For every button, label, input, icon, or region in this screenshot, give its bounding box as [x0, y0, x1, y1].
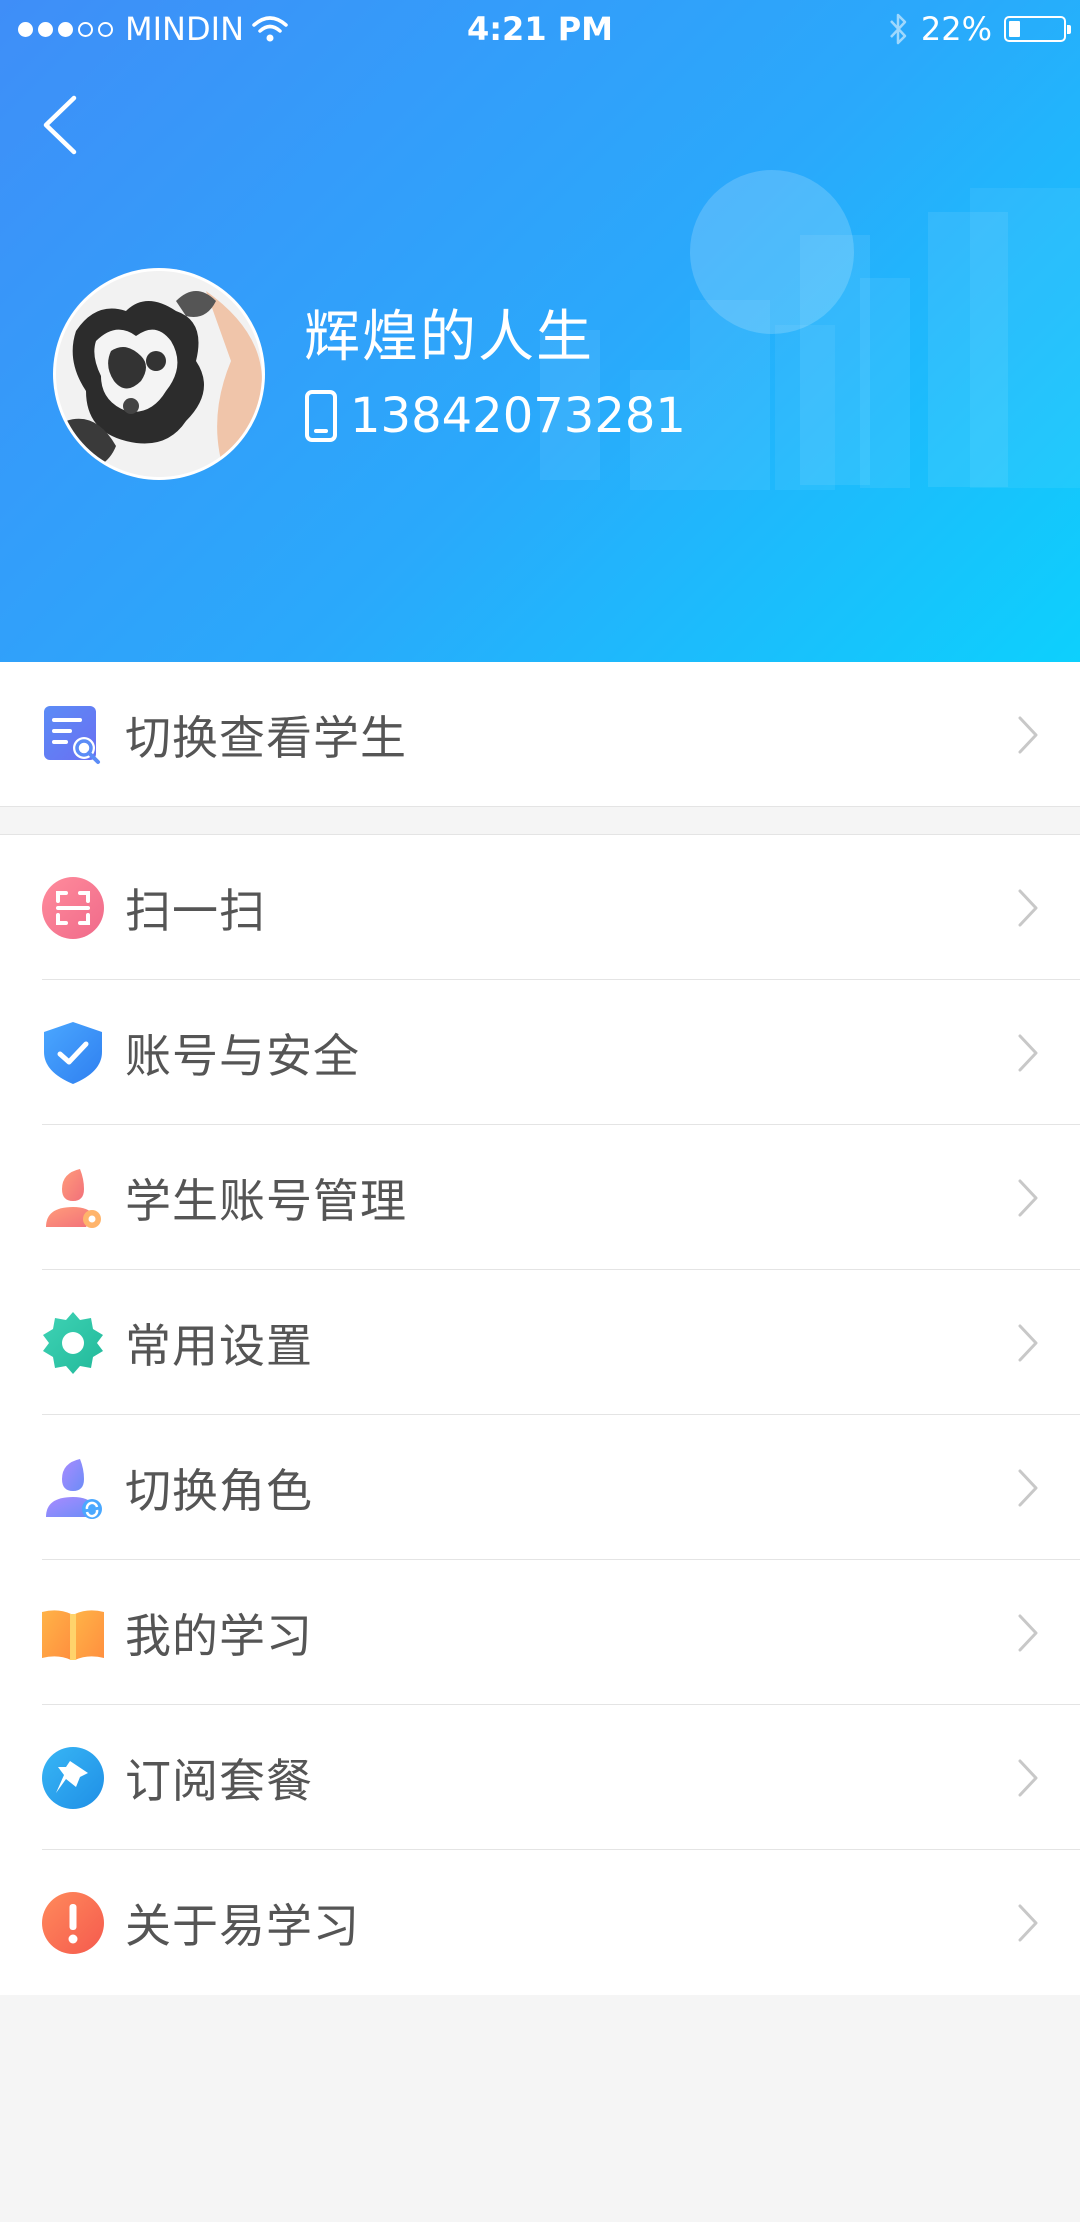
chevron-right-icon — [1018, 889, 1038, 927]
menu-item-switch-student[interactable]: 切换查看学生 — [0, 662, 1080, 807]
chevron-right-icon — [1018, 1179, 1038, 1217]
bluetooth-icon — [889, 13, 907, 45]
menu-label: 关于易学习 — [125, 1898, 360, 1953]
city-skyline-decoration — [540, 170, 1080, 490]
chevron-right-icon — [1018, 1759, 1038, 1797]
section-divider — [0, 806, 1080, 807]
battery-percent: 22% — [920, 10, 992, 48]
menu-item-common-settings[interactable]: 常用设置 — [0, 1270, 1080, 1415]
menu-item-subscription[interactable]: 订阅套餐 — [0, 1705, 1080, 1850]
menu-label: 切换角色 — [125, 1463, 313, 1518]
phone-row: 13842073281 — [304, 388, 686, 444]
battery-icon — [1004, 16, 1071, 42]
menu-label: 我的学习 — [125, 1608, 313, 1663]
menu-label: 订阅套餐 — [125, 1753, 313, 1808]
gear-icon — [43, 1312, 103, 1374]
profile-name: 辉煌的人生 — [304, 305, 594, 370]
menu-item-student-accounts[interactable]: 学生账号管理 — [0, 1125, 1080, 1270]
chevron-right-icon — [1018, 1904, 1038, 1942]
switch-role-icon — [46, 1459, 102, 1519]
menu-item-switch-role[interactable]: 切换角色 — [0, 1415, 1080, 1560]
chevron-right-icon — [1018, 1469, 1038, 1507]
scan-icon — [42, 877, 104, 939]
menu-item-my-learning[interactable]: 我的学习 — [0, 1560, 1080, 1705]
chevron-right-icon — [1018, 716, 1038, 754]
phone-icon — [305, 390, 337, 442]
settings-menu-card: 扫一扫 账号与安全 学生账号管理 常用设置 切换角色 我的学习 订阅套餐 关于易… — [0, 835, 1080, 1995]
chevron-right-icon — [1018, 1034, 1038, 1072]
shield-icon — [44, 1022, 102, 1084]
chevron-right-icon — [1018, 1324, 1038, 1362]
menu-label: 扫一扫 — [125, 883, 266, 938]
chevron-left-icon — [43, 95, 77, 155]
student-search-icon — [44, 706, 100, 764]
menu-label: 账号与安全 — [125, 1028, 360, 1083]
menu-label: 切换查看学生 — [125, 710, 407, 765]
phone-number: 13842073281 — [350, 388, 686, 444]
back-button[interactable] — [36, 92, 86, 158]
user-settings-icon — [46, 1169, 101, 1228]
avatar-image — [56, 271, 262, 477]
menu-item-about[interactable]: 关于易学习 — [0, 1850, 1080, 1995]
menu-item-account-security[interactable]: 账号与安全 — [0, 980, 1080, 1125]
status-bar: MINDIN 4:21 PM 22% — [0, 0, 1080, 60]
pin-icon — [42, 1747, 104, 1809]
menu-label: 学生账号管理 — [125, 1173, 407, 1228]
chevron-right-icon — [1018, 1614, 1038, 1652]
menu-label: 常用设置 — [125, 1318, 313, 1373]
menu-item-scan[interactable]: 扫一扫 — [0, 835, 1080, 980]
book-icon — [42, 1610, 104, 1660]
avatar[interactable] — [53, 268, 265, 480]
switch-student-card: 切换查看学生 — [0, 662, 1080, 806]
info-icon — [42, 1892, 104, 1954]
